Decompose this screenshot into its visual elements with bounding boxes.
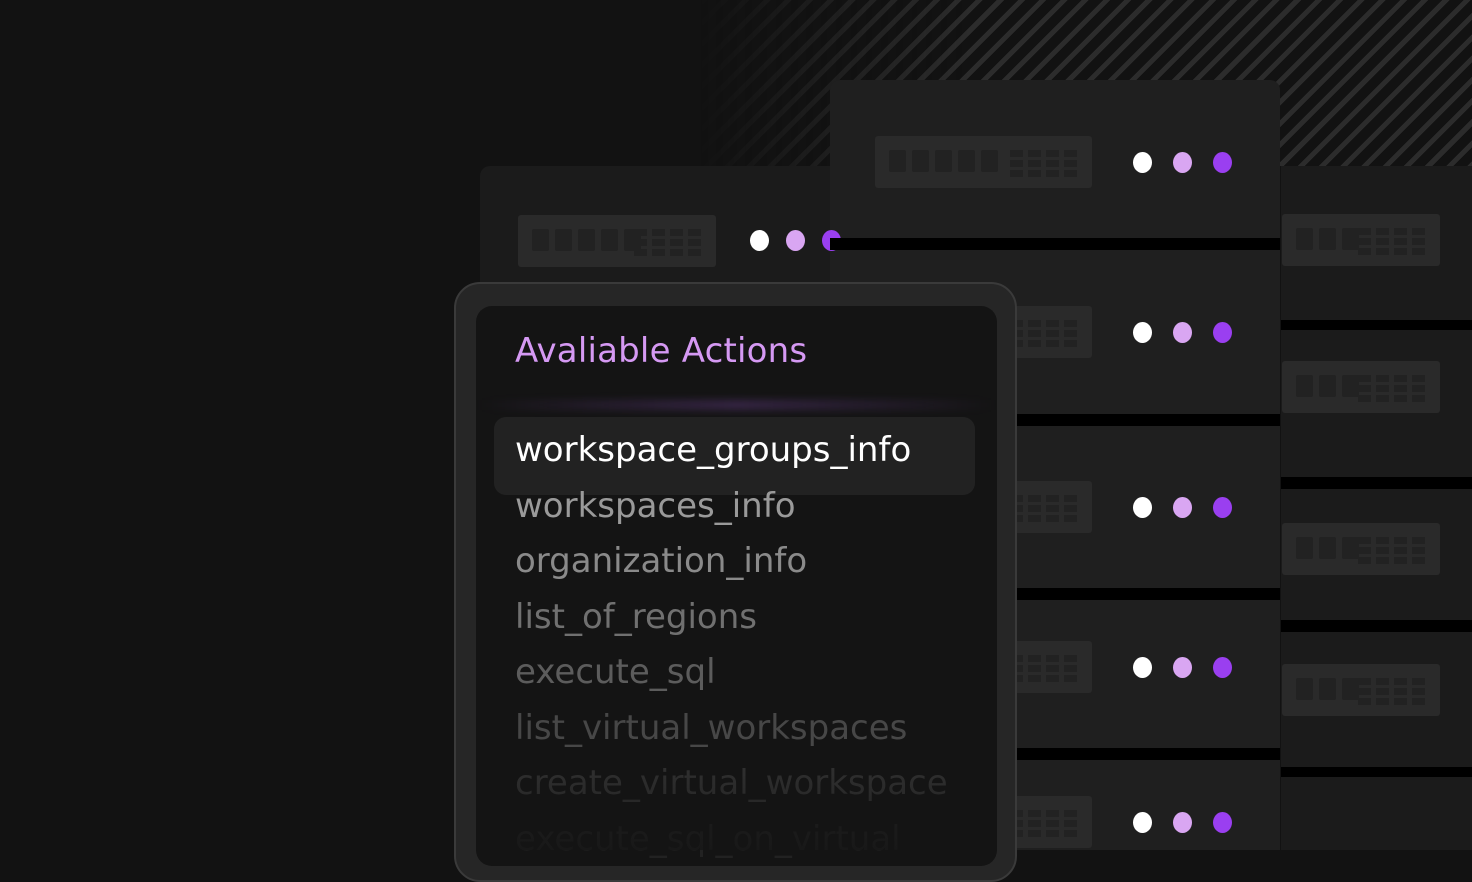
status-light-lilac-icon	[1173, 152, 1192, 173]
server-drive-bays	[1296, 678, 1359, 700]
server-vent-grid	[1010, 150, 1077, 177]
action-item-execute-sql[interactable]: execute_sql	[515, 652, 716, 692]
status-light-purple-icon	[1213, 497, 1232, 518]
status-light-white-icon	[1133, 152, 1152, 173]
action-item-list-virtual-workspaces[interactable]: list_virtual_workspaces	[515, 708, 907, 748]
title-divider-glow	[476, 400, 997, 410]
server-vent-grid	[1358, 678, 1425, 705]
server-unit-separator	[830, 238, 1280, 250]
status-light-lilac-icon	[1173, 322, 1192, 343]
server-vent-grid	[1010, 655, 1077, 682]
server-drive-bays	[1296, 375, 1359, 397]
action-item-organization-info[interactable]: organization_info	[515, 541, 807, 581]
status-light-white-icon	[1133, 322, 1152, 343]
status-light-lilac-icon	[786, 230, 805, 251]
action-item-list-of-regions[interactable]: list_of_regions	[515, 597, 757, 637]
card-title: Avaliable Actions	[515, 331, 808, 371]
server-vent-grid	[1010, 495, 1077, 522]
status-light-white-icon	[1133, 497, 1152, 518]
action-item-workspace-groups-info[interactable]: workspace_groups_info	[515, 430, 911, 470]
status-light-lilac-icon	[1173, 657, 1192, 678]
server-vent-grid	[1358, 537, 1425, 564]
server-drive-bays	[532, 229, 641, 251]
status-light-lilac-icon	[1173, 497, 1192, 518]
status-light-lilac-icon	[1173, 812, 1192, 833]
server-unit-separator	[1281, 767, 1472, 777]
server-vent-grid	[1010, 810, 1077, 837]
server-vent-grid	[1358, 375, 1425, 402]
server-drive-bays	[889, 150, 998, 172]
status-light-purple-icon	[1213, 657, 1232, 678]
action-item-create-virtual-workspace[interactable]: create_virtual_workspace	[515, 763, 948, 803]
server-rack-right	[1281, 166, 1472, 850]
status-light-white-icon	[750, 230, 769, 251]
status-light-purple-icon	[1213, 812, 1232, 833]
server-unit-separator	[1281, 320, 1472, 330]
status-light-purple-icon	[1213, 152, 1232, 173]
server-vent-grid	[1010, 320, 1077, 347]
action-item-execute-sql-on-virtual[interactable]: execute_sql_on_virtual	[515, 819, 901, 859]
action-item-workspaces-info[interactable]: workspaces_info	[515, 486, 796, 526]
server-vent-grid	[634, 229, 701, 256]
status-light-white-icon	[1133, 657, 1152, 678]
server-unit-separator	[1281, 620, 1472, 632]
server-drive-bays	[1296, 228, 1359, 250]
status-light-purple-icon	[1213, 322, 1232, 343]
server-drive-bays	[1296, 537, 1359, 559]
status-light-white-icon	[1133, 812, 1152, 833]
server-vent-grid	[1358, 228, 1425, 255]
server-unit-separator	[1281, 477, 1472, 489]
